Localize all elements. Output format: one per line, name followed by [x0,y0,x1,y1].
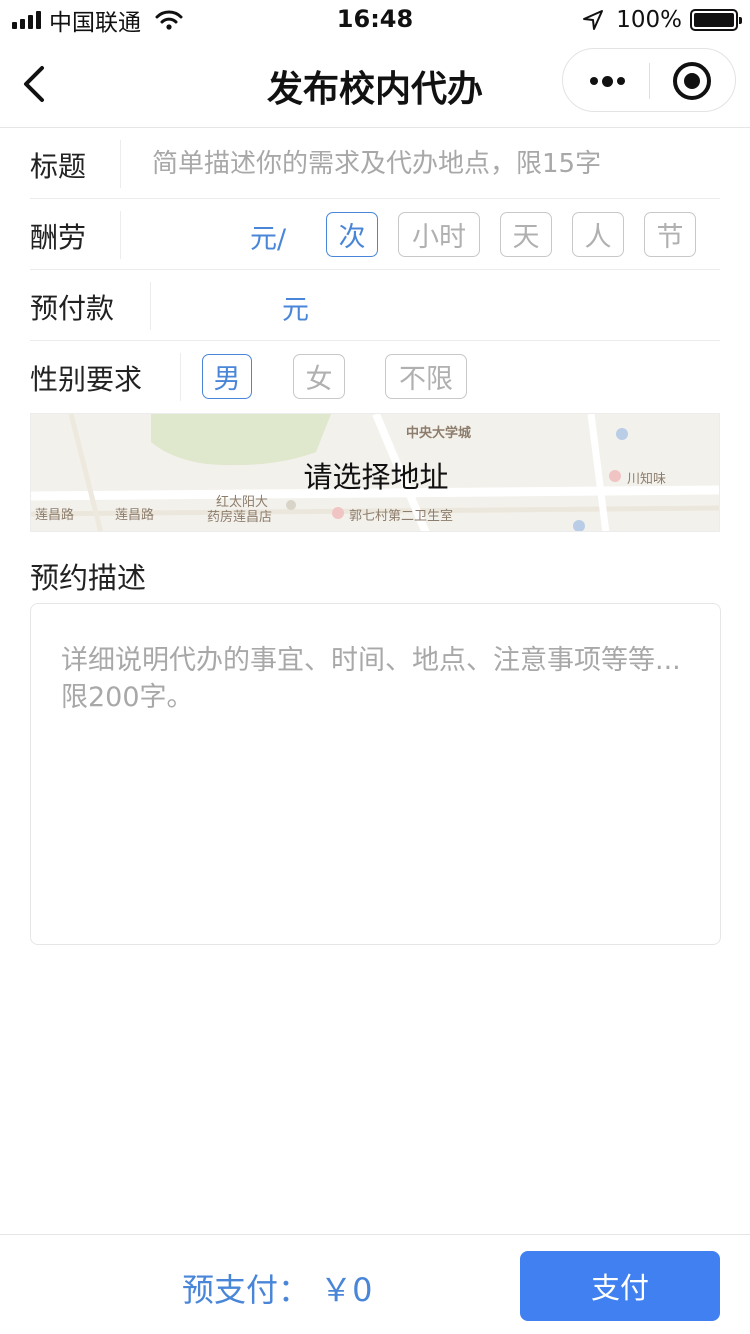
map-road-label: 莲昌路 [35,508,75,523]
row-divider [150,282,151,330]
map-road-label: 莲昌路 [115,508,155,523]
address-map-picker[interactable]: 中央大学城 川知味 红太阳大 药房莲昌店 郭七村第二卫生室 莲昌路 莲昌路 请选… [30,413,720,532]
description-title: 预约描述 [30,561,147,595]
footer-bar: 预支付： ￥0 支付 [0,1234,750,1334]
status-bar: 中国联通 16:48 100% [0,0,750,40]
description-input[interactable] [61,642,701,922]
mini-program-capsule [562,48,736,112]
deposit-row: 预付款 元 [30,270,720,341]
capsule-divider [649,63,650,99]
reward-row: 酬劳 元/ 次 小时 天 人 节 [30,199,720,270]
status-right: 100% [582,6,742,34]
row-divider [180,353,181,401]
nav-bar: 发布校内代办 [0,40,750,128]
gender-row: 性别要求 男 女 不限 [30,341,720,412]
prepay-amount: 预支付： ￥0 [182,1271,373,1309]
deposit-unit[interactable]: 元 [282,288,309,327]
row-divider [120,140,121,188]
description-box [30,603,721,945]
pay-button[interactable]: 支付 [520,1251,720,1321]
reward-option-per-hour[interactable]: 小时 [398,212,480,257]
reward-option-per-day[interactable]: 天 [500,212,552,257]
title-input[interactable] [152,140,712,188]
reward-option-per-person[interactable]: 人 [572,212,624,257]
reward-label: 酬劳 [30,221,87,254]
battery-icon [690,9,742,31]
more-dots-icon[interactable] [581,63,633,99]
reward-option-per-time[interactable]: 次 [326,212,378,257]
battery-percent: 100% [616,7,682,33]
gender-option-female[interactable]: 女 [293,354,345,399]
gender-label: 性别要求 [30,363,143,396]
map-place-label: 郭七村第二卫生室 [349,509,454,524]
map-place-label: 药房莲昌店 [207,510,273,525]
row-divider [120,211,121,259]
title-label: 标题 [30,150,87,183]
reward-option-per-class[interactable]: 节 [644,212,696,257]
battery-fill [694,13,734,27]
title-row: 标题 [30,128,720,199]
map-place-label: 中央大学城 [406,426,472,441]
select-address-label: 请选择地址 [303,460,449,494]
deposit-label: 预付款 [30,292,115,325]
reward-unit: 元/ [250,224,287,255]
target-circle-icon[interactable] [673,62,711,100]
location-arrow-icon [583,10,604,30]
gender-option-any[interactable]: 不限 [385,354,467,399]
gender-option-male[interactable]: 男 [202,354,252,399]
